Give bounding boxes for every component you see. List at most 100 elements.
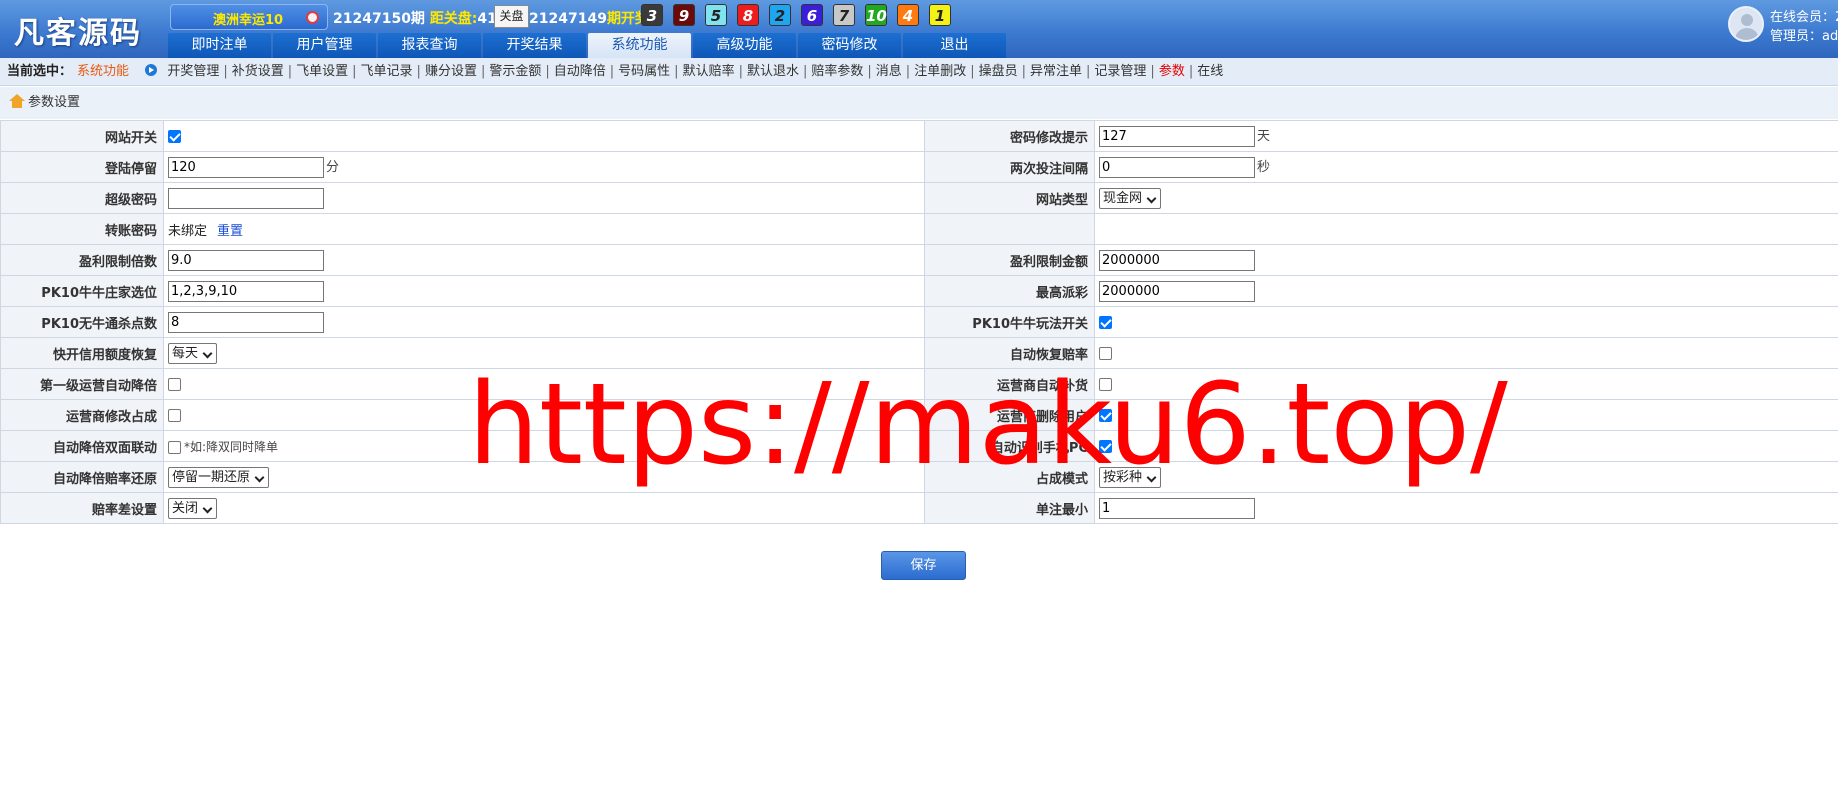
online-members[interactable]: 在线会员：2 [1770, 6, 1838, 25]
password-change-days-input[interactable] [1099, 126, 1255, 147]
field-label: 超级密码 [0, 182, 164, 214]
subnav-item-params[interactable]: 参数 [1159, 64, 1185, 79]
tab-system-functions[interactable]: 系统功能 [588, 33, 691, 58]
subnav-item[interactable]: 消息 [876, 64, 902, 79]
close-market-button[interactable]: 关盘 [494, 5, 529, 28]
site-switch-checkbox[interactable] [168, 129, 181, 143]
lottery-name: 澳洲幸运10 [213, 13, 284, 28]
site-type-select[interactable]: 现金网 [1099, 187, 1162, 209]
subnav-item[interactable]: 飞单记录 [361, 64, 413, 79]
odds-diff-select[interactable]: 关闭 [168, 497, 218, 519]
detect-mobile-pc-checkbox[interactable] [1099, 439, 1112, 453]
result-ball: 10 [865, 4, 887, 26]
operator-modify-share-checkbox[interactable] [168, 408, 181, 422]
save-button[interactable]: 保存 [881, 551, 966, 580]
draw-result-balls: 3 9 5 8 2 6 7 10 4 1 [641, 4, 951, 26]
max-payout-input[interactable] [1099, 280, 1255, 302]
result-ball: 4 [897, 4, 919, 26]
subnav-item[interactable]: 异常注单 [1030, 64, 1082, 79]
tab-user-management[interactable]: 用户管理 [273, 33, 376, 58]
empty-cell [1094, 213, 1838, 245]
home-icon [9, 94, 25, 108]
subnav-item[interactable]: 号码属性 [618, 64, 670, 79]
unit-label: 天 [1257, 129, 1271, 144]
niuniu-play-checkbox[interactable] [1099, 315, 1112, 329]
field-label: 登陆停留 [0, 151, 164, 183]
no-niu-kill-points-input[interactable] [168, 311, 324, 333]
share-mode-select[interactable]: 按彩种 [1099, 466, 1162, 488]
empty-label [924, 213, 1095, 245]
params-form: 网站开关 密码修改提示 天 登陆停留 分 两次投注间隔 秒 超级密码 网站类型 … [0, 120, 1838, 524]
tab-instant-bets[interactable]: 即时注单 [168, 33, 271, 58]
countdown-label: 距关盘: [429, 11, 478, 27]
credit-recovery-select[interactable]: 每天 [168, 342, 218, 364]
breadcrumb: 参数设置 [0, 87, 1838, 119]
prev-period-info: 21247149期开奖: [529, 8, 655, 28]
field-label: PK10牛牛玩法开关 [924, 306, 1095, 338]
subnav-item[interactable]: 操盘员 [979, 64, 1018, 79]
form-row: 赔率差设置 关闭 单注最小 [0, 492, 1838, 524]
unit-label: 秒 [1257, 160, 1271, 175]
auto-restore-odds-checkbox[interactable] [1099, 346, 1112, 360]
field-label: 最高派彩 [924, 275, 1095, 307]
current-selection-value: 系统功能 [77, 64, 130, 79]
subnav-item[interactable]: 补货设置 [232, 64, 284, 79]
linkage-hint: *如:降双同时降单 [184, 439, 279, 454]
subnav-item[interactable]: 赚分设置 [425, 64, 477, 79]
tab-change-password[interactable]: 密码修改 [798, 33, 901, 58]
odds-restore-select[interactable]: 停留一期还原 [168, 466, 270, 488]
super-password-input[interactable] [168, 187, 324, 209]
reset-link[interactable]: 重置 [217, 224, 243, 239]
tab-reports[interactable]: 报表查询 [378, 33, 481, 58]
play-arrow-icon [145, 64, 158, 76]
operator-auto-replenish-checkbox[interactable] [1099, 377, 1112, 391]
auto-reduce-linkage-checkbox[interactable] [168, 440, 181, 454]
bet-interval-input[interactable] [1099, 157, 1255, 178]
unit-label: 分 [326, 160, 340, 175]
form-row: 盈利限制倍数 盈利限制金额 [0, 244, 1838, 276]
form-row: 登陆停留 分 两次投注间隔 秒 [0, 151, 1838, 183]
result-ball: 8 [737, 4, 759, 26]
min-single-bet-input[interactable] [1099, 497, 1255, 519]
current-period: 21247150期 [333, 11, 425, 27]
subnav-item[interactable]: 默认赔率 [683, 64, 735, 79]
form-row: 转账密码 未绑定 重置 [0, 213, 1838, 245]
profit-limit-amount-input[interactable] [1099, 249, 1255, 271]
field-label: 盈利限制金额 [924, 244, 1095, 276]
period-info: 21247150期 距关盘:41秒 [333, 8, 511, 28]
subnav-item[interactable]: 在线 [1197, 64, 1223, 79]
banker-position-input[interactable] [168, 280, 324, 302]
subnav-item[interactable]: 飞单设置 [296, 64, 348, 79]
form-row: PK10无牛通杀点数 PK10牛牛玩法开关 [0, 306, 1838, 338]
first-level-auto-reduce-checkbox[interactable] [168, 377, 181, 391]
result-ball: 1 [929, 4, 951, 26]
field-label: 第一级运营自动降倍 [0, 368, 164, 400]
field-label: 两次投注间隔 [924, 151, 1095, 183]
tab-draw-results[interactable]: 开奖结果 [483, 33, 586, 58]
tab-logout[interactable]: 退出 [903, 33, 1006, 58]
subnav-item[interactable]: 自动降倍 [554, 64, 606, 79]
tab-advanced[interactable]: 高级功能 [693, 33, 796, 58]
user-box: 在线会员：2 管理员：ad [1728, 5, 1838, 45]
subnav-item[interactable]: 警示金额 [489, 64, 541, 79]
subnav-item[interactable]: 开奖管理 [167, 64, 219, 79]
subnav-item[interactable]: 赔率参数 [811, 64, 863, 79]
transfer-password-status: 未绑定 [168, 223, 208, 239]
app: 凡客源码 澳洲幸运10 21247150期 距关盘:41秒 关盘 2124714… [0, 0, 1838, 811]
field-label: 快开信用额度恢复 [0, 337, 164, 369]
breadcrumb-title: 参数设置 [28, 95, 81, 110]
field-label: 自动恢复赔率 [924, 337, 1095, 369]
login-stay-input[interactable] [168, 157, 324, 178]
subnav-item[interactable]: 记录管理 [1094, 64, 1146, 79]
operator-delete-user-checkbox[interactable] [1099, 408, 1112, 422]
result-ball: 7 [833, 4, 855, 26]
form-row: 自动降倍赔率还原 停留一期还原 占成模式 按彩种 [0, 461, 1838, 493]
form-row: 网站开关 密码修改提示 天 [0, 120, 1838, 152]
subnav-item[interactable]: 默认退水 [747, 64, 799, 79]
profit-limit-multiple-input[interactable] [168, 249, 324, 271]
field-label: 运营商删除用户 [924, 399, 1095, 431]
switch-lottery-icon[interactable] [306, 11, 319, 24]
subnav-item[interactable]: 注单删改 [914, 64, 966, 79]
lottery-selector[interactable]: 澳洲幸运10 [170, 4, 328, 30]
form-row: 超级密码 网站类型 现金网 [0, 182, 1838, 214]
